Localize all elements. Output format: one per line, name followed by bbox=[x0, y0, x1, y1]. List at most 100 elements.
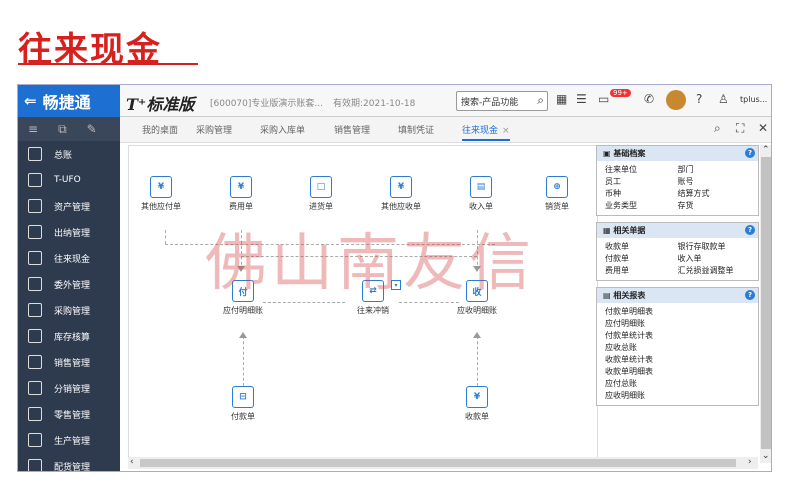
sidebar-item-label: T-UFO bbox=[54, 175, 81, 185]
node-label: 进货单 bbox=[309, 202, 333, 211]
brand-name: 畅捷通 bbox=[42, 93, 91, 112]
related-reports-card: ▤ 相关报表? 付款单明细表 应付明细账 付款单统计表 应收总账 收款单统计表 … bbox=[596, 287, 759, 406]
user-name[interactable]: tplus... bbox=[740, 95, 767, 104]
horizontal-scrollbar[interactable]: ‹ › bbox=[128, 457, 758, 469]
flow-node-income[interactable]: ▤ 收入单 bbox=[451, 176, 511, 212]
flow-node-expense[interactable]: ¥ 费用单 bbox=[211, 176, 271, 212]
help-icon[interactable]: ? bbox=[745, 290, 755, 300]
sidebar-item-ledger[interactable]: 总账 bbox=[18, 141, 120, 167]
document-yen-icon: ¥ bbox=[150, 176, 172, 198]
scroll-down-icon[interactable]: ⌄ bbox=[762, 451, 770, 461]
account-label[interactable]: [600070]专业版演示账套... bbox=[210, 96, 323, 109]
help-icon[interactable]: ? bbox=[745, 225, 755, 235]
tab-voucher[interactable]: 填制凭证 bbox=[398, 123, 434, 136]
link-report-7[interactable]: 应付总账 bbox=[605, 378, 750, 390]
link-payment[interactable]: 付款单 bbox=[605, 253, 678, 265]
link-expense[interactable]: 费用单 bbox=[605, 265, 678, 277]
flow-node-purchase-in[interactable]: □ 进货单 bbox=[291, 176, 351, 212]
tab-purchase-receipt[interactable]: 采购入库单 bbox=[260, 123, 305, 136]
sidebar-item-cash[interactable]: 往来现金 bbox=[18, 245, 120, 271]
tasks-icon[interactable]: ☰ bbox=[576, 92, 587, 106]
monkey-avatar-icon[interactable] bbox=[666, 90, 686, 110]
link-partner[interactable]: 往来单位 bbox=[605, 164, 678, 176]
link-report-6[interactable]: 收款单明细表 bbox=[605, 366, 750, 378]
help-icon[interactable]: ? bbox=[745, 148, 755, 158]
vertical-scrollbar[interactable]: ⌃ ⌄ bbox=[760, 145, 771, 463]
link-fx-adjust[interactable]: 汇兑损益调整单 bbox=[678, 265, 751, 277]
tab-purchase[interactable]: 采购管理 bbox=[196, 123, 232, 136]
fullscreen-icon[interactable]: ⛶ bbox=[736, 121, 744, 136]
bank-icon bbox=[28, 199, 42, 213]
tab-sales[interactable]: 销售管理 bbox=[334, 123, 370, 136]
message-icon[interactable]: ▭ bbox=[598, 92, 609, 106]
tab-desktop[interactable]: 我的桌面 bbox=[142, 123, 178, 136]
flow-node-other-receivable[interactable]: ¥ 其他应收单 bbox=[371, 176, 431, 212]
link-employee[interactable]: 员工 bbox=[605, 176, 678, 188]
link-report-4[interactable]: 应收总账 bbox=[605, 342, 750, 354]
scroll-thumb[interactable] bbox=[761, 157, 771, 449]
tab-cash-active[interactable]: 往来现金 × bbox=[462, 123, 510, 141]
sidebar-item-retail[interactable]: 零售管理 bbox=[18, 401, 120, 427]
sidebar-item-production[interactable]: 生产管理 bbox=[18, 427, 120, 453]
scroll-up-icon[interactable]: ⌃ bbox=[762, 145, 770, 155]
search-tab-icon[interactable]: ⌕ bbox=[714, 121, 721, 136]
user-icon[interactable]: ♙ bbox=[718, 92, 729, 106]
valid-date: 有效期:2021-10-18 bbox=[333, 99, 416, 109]
basic-archive-card: ▣ 基础档案? 往来单位 部门 员工 账号 币种 结算方式 业务类型 存货 bbox=[596, 145, 759, 216]
sidebar-item-tufo[interactable]: T-UFO bbox=[18, 167, 120, 193]
link-report-8[interactable]: 应收明细账 bbox=[605, 390, 750, 402]
link-income[interactable]: 收入单 bbox=[678, 253, 751, 265]
flow-node-other-payable[interactable]: ¥ 其他应付单 bbox=[131, 176, 191, 212]
node-label: 付款单 bbox=[231, 412, 255, 421]
link-bank-deposit[interactable]: 银行存取款单 bbox=[678, 241, 751, 253]
calculator-icon[interactable]: ▦ bbox=[556, 92, 567, 106]
link-report-1[interactable]: 付款单明细表 bbox=[605, 306, 750, 318]
banner-underline bbox=[18, 63, 198, 65]
sidebar-item-cashier[interactable]: 出纳管理 bbox=[18, 219, 120, 245]
search-input[interactable]: 搜索-产品功能 ⌕ bbox=[456, 91, 548, 111]
arrow-up-icon bbox=[473, 332, 481, 338]
link-department[interactable]: 部门 bbox=[678, 164, 751, 176]
menu-icon[interactable]: ≡ bbox=[28, 122, 38, 136]
link-settlement[interactable]: 结算方式 bbox=[678, 188, 751, 200]
phone-icon[interactable]: ✆ bbox=[644, 92, 654, 106]
flow-canvas: ¥ 其他应付单 ¥ 费用单 □ 进货单 ¥ 其他应收单 ▤ 收入单 ⊕ 销货单 付应付明细账… bbox=[128, 145, 598, 463]
scroll-thumb[interactable] bbox=[140, 459, 736, 467]
sidebar-item-inventory[interactable]: 库存核算 bbox=[18, 323, 120, 349]
connector-line bbox=[399, 302, 459, 303]
sidebar-item-assets[interactable]: 资产管理 bbox=[18, 193, 120, 219]
sidebar-item-allocation[interactable]: 配货管理 bbox=[18, 453, 120, 471]
scroll-right-icon[interactable]: › bbox=[748, 457, 752, 467]
search-icon[interactable]: ⌕ bbox=[537, 93, 544, 108]
close-icon[interactable]: × bbox=[502, 126, 510, 136]
sidebar-item-label: 采购管理 bbox=[54, 306, 91, 317]
card-links: 往来单位 部门 员工 账号 币种 结算方式 业务类型 存货 bbox=[597, 161, 758, 215]
production-icon bbox=[28, 433, 42, 447]
allocation-icon bbox=[28, 459, 42, 471]
receipt-yen-icon: ¥ bbox=[466, 386, 488, 408]
link-account[interactable]: 账号 bbox=[678, 176, 751, 188]
close-tab-icon[interactable]: ✕ bbox=[758, 121, 768, 135]
scroll-left-icon[interactable]: ‹ bbox=[130, 457, 134, 467]
link-report-2[interactable]: 应付明细账 bbox=[605, 318, 750, 330]
sidebar-item-outsource[interactable]: 委外管理 bbox=[18, 271, 120, 297]
link-report-3[interactable]: 付款单统计表 bbox=[605, 330, 750, 342]
flow-node-payment[interactable]: ⊟ 付款单 bbox=[213, 386, 273, 422]
history-icon[interactable]: ⧉ bbox=[58, 122, 67, 137]
flow-node-receipt[interactable]: ¥ 收款单 bbox=[447, 386, 507, 422]
help-icon[interactable]: ? bbox=[696, 92, 702, 106]
link-report-5[interactable]: 收款单统计表 bbox=[605, 354, 750, 366]
link-currency[interactable]: 币种 bbox=[605, 188, 678, 200]
link-receipt[interactable]: 收款单 bbox=[605, 241, 678, 253]
edit-icon[interactable]: ✎ bbox=[87, 122, 97, 136]
flow-node-sales-out[interactable]: ⊕ 销货单 bbox=[527, 176, 587, 212]
link-business-type[interactable]: 业务类型 bbox=[605, 200, 678, 212]
sidebar-item-distribution[interactable]: 分销管理 bbox=[18, 375, 120, 401]
brand-logo[interactable]: ⇐ 畅捷通 bbox=[18, 85, 120, 117]
sidebar-item-purchase[interactable]: 采购管理 bbox=[18, 297, 120, 323]
link-stock[interactable]: 存货 bbox=[678, 200, 751, 212]
inventory-icon bbox=[28, 329, 42, 343]
sidebar-item-sales[interactable]: 销售管理 bbox=[18, 349, 120, 375]
cashier-icon bbox=[28, 225, 42, 239]
back-arrow-icon[interactable]: ⇐ bbox=[24, 92, 37, 110]
